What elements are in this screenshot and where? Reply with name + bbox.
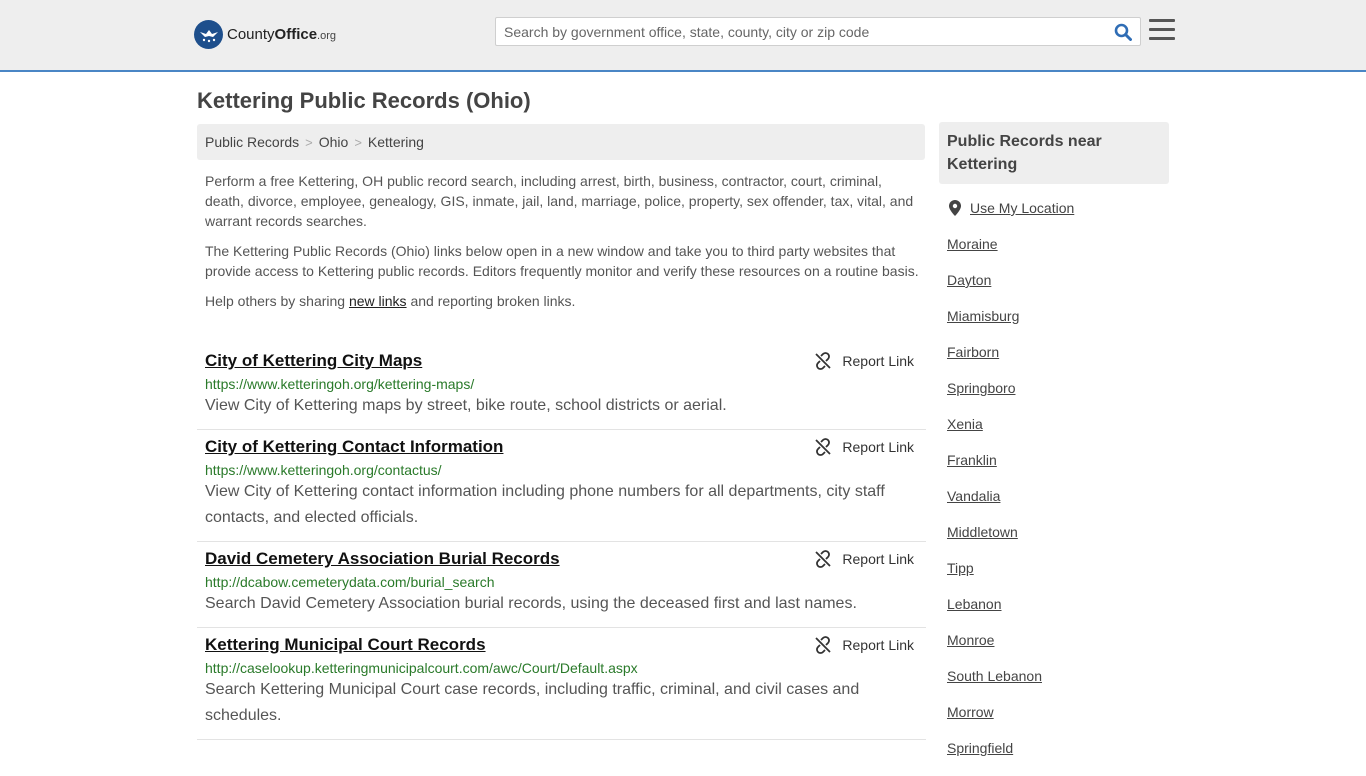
list-item: Lebanon: [947, 596, 1042, 632]
logo-text-bold: Office: [274, 26, 318, 43]
record-url: https://www.ketteringoh.org/kettering-ma…: [205, 376, 475, 392]
list-item: South Lebanon: [947, 668, 1042, 704]
record-description: Search David Cemetery Association burial…: [205, 595, 857, 612]
nearby-city-link[interactable]: Tipp: [947, 560, 974, 576]
nearby-city-link[interactable]: Fairborn: [947, 344, 999, 360]
nearby-city-link[interactable]: Miamisburg: [947, 308, 1019, 324]
record-title-link[interactable]: Kettering Municipal Court Records: [205, 635, 486, 655]
help-text: Help others by sharing: [205, 293, 349, 309]
intro-help-paragraph: Help others by sharing new links and rep…: [205, 291, 920, 311]
search-button[interactable]: [1112, 22, 1134, 42]
record-title-link[interactable]: City of Kettering City Maps: [205, 351, 422, 371]
search-box: [495, 17, 1141, 46]
breadcrumb-ohio[interactable]: Ohio: [319, 134, 349, 150]
list-item: Springboro: [947, 380, 1042, 416]
nearby-city-link[interactable]: Lebanon: [947, 596, 1002, 612]
list-item: Dayton: [947, 272, 1042, 308]
page-title: Kettering Public Records (Ohio): [197, 88, 531, 113]
broken-link-icon: [815, 636, 832, 654]
eagle-logo-icon: [194, 20, 223, 49]
record-title-link[interactable]: City of Kettering Contact Information: [205, 437, 503, 457]
list-item: Fairborn: [947, 344, 1042, 380]
broken-link-icon: [815, 438, 832, 456]
intro-paragraph: Perform a free Kettering, OH public reco…: [205, 173, 914, 229]
nearby-city-link[interactable]: Moraine: [947, 236, 998, 252]
new-links-link[interactable]: new links: [349, 293, 407, 309]
sidebar-heading: Public Records near Kettering: [939, 122, 1169, 184]
nearby-city-link[interactable]: Middletown: [947, 524, 1018, 540]
hamburger-menu-icon[interactable]: [1149, 19, 1175, 43]
broken-link-icon: [815, 352, 832, 370]
record-title-link[interactable]: David Cemetery Association Burial Record…: [205, 549, 560, 569]
list-item: Moraine: [947, 236, 1042, 272]
list-item: Vandalia: [947, 488, 1042, 524]
logo-text-suffix: .org: [317, 30, 337, 42]
list-item: Morrow: [947, 704, 1042, 740]
record-description: View City of Kettering contact informati…: [205, 483, 885, 526]
report-link-button[interactable]: Report Link: [814, 352, 914, 370]
breadcrumb-kettering[interactable]: Kettering: [368, 134, 424, 150]
list-item: Miamisburg: [947, 308, 1042, 344]
report-link-button[interactable]: Report Link: [814, 636, 914, 654]
record-item: City of Kettering City Maps Report Link …: [197, 344, 926, 430]
map-pin-icon: [949, 200, 961, 216]
nearby-city-link[interactable]: South Lebanon: [947, 668, 1042, 684]
records-list: City of Kettering City Maps Report Link …: [197, 344, 926, 740]
record-description: View City of Kettering maps by street, b…: [205, 397, 727, 414]
help-text: and reporting broken links.: [406, 293, 576, 309]
report-link-button[interactable]: Report Link: [814, 438, 914, 456]
breadcrumb-separator: >: [354, 134, 362, 150]
search-icon: [1114, 23, 1132, 41]
broken-link-icon: [815, 550, 832, 568]
report-link-label: Report Link: [842, 637, 914, 653]
logo-wordmark: CountyOffice.org: [227, 26, 336, 43]
list-item: Springfield: [947, 740, 1042, 776]
record-item: City of Kettering Contact Information Re…: [197, 430, 926, 542]
record-url: http://dcabow.cemeterydata.com/burial_se…: [205, 574, 495, 590]
record-description: Search Kettering Municipal Court case re…: [205, 681, 860, 724]
nearby-city-link[interactable]: Franklin: [947, 452, 997, 468]
use-location[interactable]: Use My Location: [949, 200, 1074, 216]
list-item: Xenia: [947, 416, 1042, 452]
record-item: David Cemetery Association Burial Record…: [197, 542, 926, 628]
report-link-label: Report Link: [842, 551, 914, 567]
breadcrumb-public-records[interactable]: Public Records: [205, 134, 299, 150]
report-link-button[interactable]: Report Link: [814, 550, 914, 568]
list-item: Franklin: [947, 452, 1042, 488]
site-logo[interactable]: CountyOffice.org: [194, 20, 336, 49]
site-header: CountyOffice.org: [0, 0, 1366, 72]
breadcrumb-separator: >: [305, 134, 313, 150]
search-input[interactable]: [496, 18, 1106, 45]
nearby-city-link[interactable]: Springfield: [947, 740, 1013, 756]
record-item: Kettering Municipal Court Records Report…: [197, 628, 926, 740]
nearby-city-link[interactable]: Vandalia: [947, 488, 1000, 504]
list-item: Middletown: [947, 524, 1042, 560]
nearby-cities-list: Moraine Dayton Miamisburg Fairborn Sprin…: [947, 236, 1042, 776]
record-url: https://www.ketteringoh.org/contactus/: [205, 462, 442, 478]
breadcrumb: Public Records > Ohio > Kettering: [197, 124, 925, 160]
intro-paragraph: The Kettering Public Records (Ohio) link…: [205, 243, 919, 279]
intro-text: Perform a free Kettering, OH public reco…: [205, 171, 920, 321]
nearby-city-link[interactable]: Monroe: [947, 632, 994, 648]
nearby-city-link[interactable]: Morrow: [947, 704, 994, 720]
report-link-label: Report Link: [842, 439, 914, 455]
list-item: Monroe: [947, 632, 1042, 668]
use-my-location-link[interactable]: Use My Location: [970, 200, 1074, 216]
report-link-label: Report Link: [842, 353, 914, 369]
record-url: http://caselookup.ketteringmunicipalcour…: [205, 660, 638, 676]
logo-text-main: County: [227, 26, 275, 43]
nearby-city-link[interactable]: Springboro: [947, 380, 1016, 396]
nearby-city-link[interactable]: Dayton: [947, 272, 991, 288]
list-item: Tipp: [947, 560, 1042, 596]
nearby-city-link[interactable]: Xenia: [947, 416, 983, 432]
